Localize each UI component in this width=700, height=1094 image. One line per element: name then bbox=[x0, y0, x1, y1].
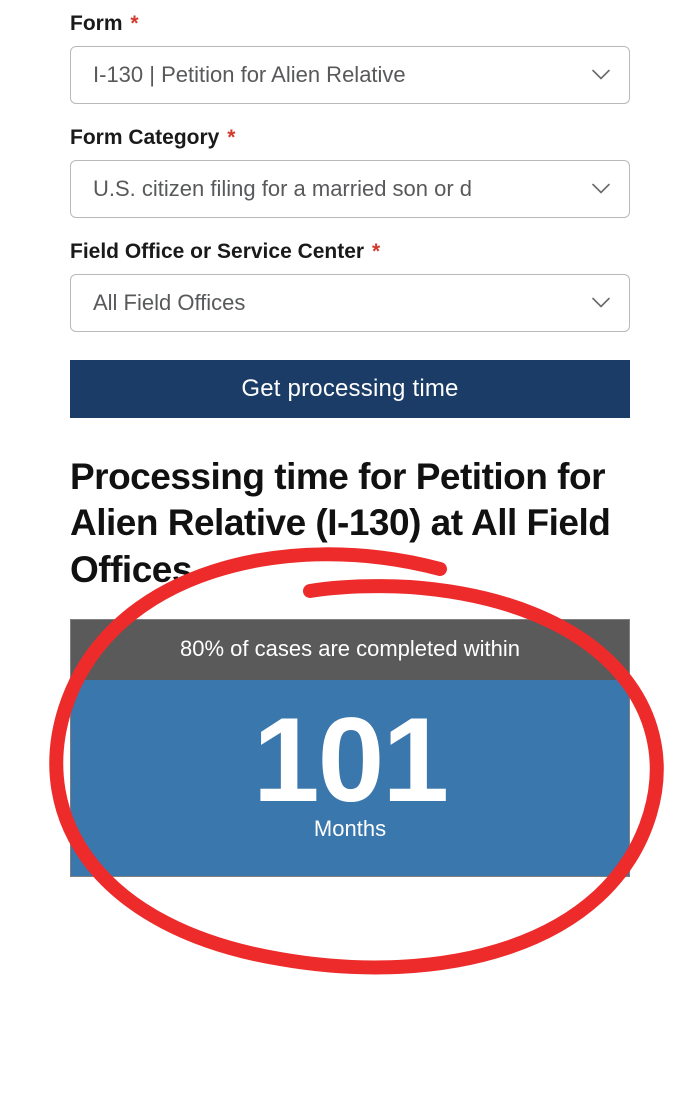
form-field-group: Form * I-130 | Petition for Alien Relati… bbox=[70, 12, 630, 104]
office-label-text: Field Office or Service Center bbox=[70, 240, 364, 263]
get-processing-time-button[interactable]: Get processing time bbox=[70, 360, 630, 418]
form-select-value: I-130 | Petition for Alien Relative bbox=[93, 62, 406, 88]
required-star: * bbox=[130, 12, 138, 35]
result-unit: Months bbox=[81, 816, 619, 842]
category-select-wrap: U.S. citizen filing for a married son or… bbox=[70, 160, 630, 218]
office-select[interactable]: All Field Offices bbox=[70, 274, 630, 332]
card-area: 80% of cases are completed within 101 Mo… bbox=[70, 619, 630, 877]
office-select-wrap: All Field Offices bbox=[70, 274, 630, 332]
office-label: Field Office or Service Center * bbox=[70, 240, 630, 264]
category-label: Form Category * bbox=[70, 126, 630, 150]
office-select-value: All Field Offices bbox=[93, 290, 245, 316]
form-select[interactable]: I-130 | Petition for Alien Relative bbox=[70, 46, 630, 104]
required-star: * bbox=[227, 126, 235, 149]
result-number: 101 bbox=[81, 700, 619, 820]
category-field-group: Form Category * U.S. citizen filing for … bbox=[70, 126, 630, 218]
required-star: * bbox=[372, 240, 380, 263]
form-label-text: Form bbox=[70, 12, 123, 35]
submit-button-label: Get processing time bbox=[241, 375, 458, 402]
result-card: 80% of cases are completed within 101 Mo… bbox=[70, 619, 630, 877]
form-select-wrap: I-130 | Petition for Alien Relative bbox=[70, 46, 630, 104]
result-heading: Processing time for Petition for Alien R… bbox=[70, 454, 630, 593]
result-section: Processing time for Petition for Alien R… bbox=[0, 418, 700, 877]
category-select[interactable]: U.S. citizen filing for a married son or… bbox=[70, 160, 630, 218]
office-field-group: Field Office or Service Center * All Fie… bbox=[70, 240, 630, 332]
category-select-value: U.S. citizen filing for a married son or… bbox=[93, 176, 472, 202]
form-label: Form * bbox=[70, 12, 630, 36]
category-label-text: Form Category bbox=[70, 126, 219, 149]
card-head: 80% of cases are completed within bbox=[71, 620, 629, 680]
card-body: 101 Months bbox=[71, 680, 629, 876]
